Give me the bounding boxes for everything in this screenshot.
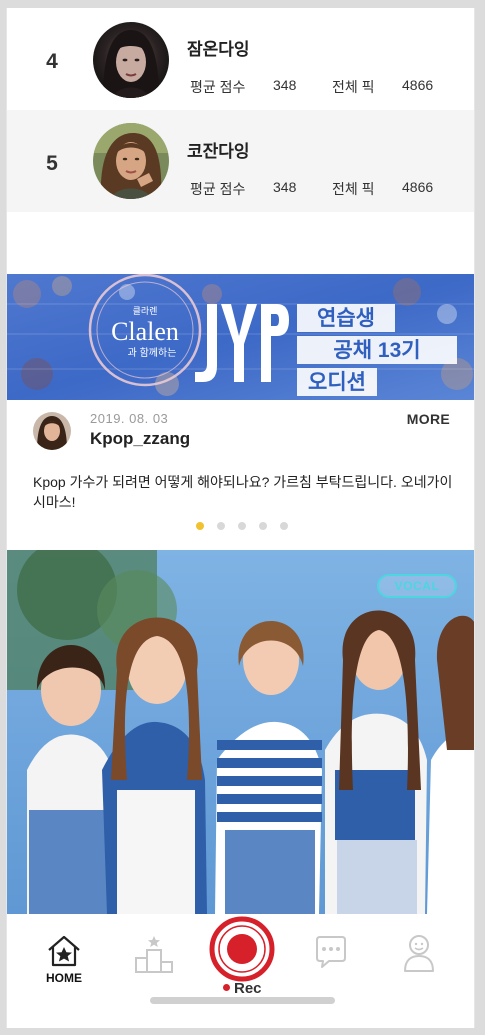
app-screen: 4 잠온다잉 평균 점수 348 전체 픽 4866 5 코잔다잉 평균 점수 … (6, 8, 475, 1028)
tab-home-label: HOME (46, 971, 82, 985)
record-button[interactable] (207, 914, 277, 984)
avatar[interactable] (93, 123, 169, 199)
feed-photo[interactable] (7, 550, 474, 914)
total-picks-value: 4866 (402, 77, 434, 93)
ranking-row[interactable]: 4 잠온다잉 평균 점수 348 전체 픽 4866 (7, 8, 474, 110)
post-avatar[interactable] (33, 412, 71, 450)
banner-with-text: 과 함께하는 (128, 346, 177, 359)
bottom-tab-bar: HOME Rec (7, 914, 474, 1028)
total-picks-label: 전체 픽 (332, 79, 375, 95)
ranking-icon (135, 936, 173, 973)
avg-score-label: 평균 점수 (190, 181, 246, 197)
vocal-badge: VOCAL (377, 574, 457, 598)
record-icon (209, 916, 275, 982)
post-username[interactable]: Kpop_zzang (90, 429, 190, 449)
more-button[interactable]: MORE (407, 411, 450, 427)
tab-ranking[interactable] (124, 934, 184, 994)
banner-brand-small: 클라렌 (133, 306, 158, 316)
banner-line1: 연습생 (317, 307, 375, 330)
post-text: Kpop 가수가 되려면 어떻게 해야되나요? 가르침 부탁드립니다. 오네가이… (33, 474, 453, 510)
rank-number: 4 (46, 50, 58, 73)
avatar[interactable] (93, 22, 169, 98)
avg-score-value: 348 (273, 179, 297, 195)
carousel-dot[interactable] (238, 522, 246, 530)
record-label-text: Rec (234, 980, 262, 997)
tab-profile[interactable] (389, 934, 449, 994)
home-indicator (150, 997, 335, 1004)
rank-number: 5 (46, 152, 58, 175)
chat-icon (316, 936, 346, 968)
avg-score-label: 평균 점수 (190, 79, 246, 95)
profile-icon (404, 935, 434, 972)
carousel-dot[interactable] (259, 522, 267, 530)
carousel-dot[interactable] (280, 522, 288, 530)
ranking-row[interactable]: 5 코잔다잉 평균 점수 348 전체 픽 4866 (7, 110, 474, 212)
avg-score-value: 348 (273, 77, 297, 93)
rank-name: 코잔다잉 (187, 142, 250, 161)
carousel-dot[interactable] (217, 522, 225, 530)
tab-chat[interactable] (301, 934, 361, 994)
banner-brand: Clalen (111, 317, 179, 346)
rank-name: 잠온다잉 (187, 40, 250, 59)
carousel-dot-active[interactable] (196, 522, 204, 530)
audition-banner[interactable]: 클라렌 Clalen 과 함께하는 연습생 공채 13기 오디션 (7, 274, 474, 400)
post-date: 2019. 08. 03 (90, 411, 169, 426)
tab-home[interactable]: HOME (34, 934, 94, 994)
total-picks-value: 4866 (402, 179, 434, 195)
carousel-pagination (196, 522, 288, 530)
home-icon (48, 935, 80, 967)
banner-line2: 공채 13기 (333, 339, 420, 362)
total-picks-label: 전체 픽 (332, 181, 375, 197)
rec-indicator-dot (223, 984, 230, 991)
record-label: Rec (223, 980, 262, 997)
banner-line3: 오디션 (308, 371, 366, 394)
